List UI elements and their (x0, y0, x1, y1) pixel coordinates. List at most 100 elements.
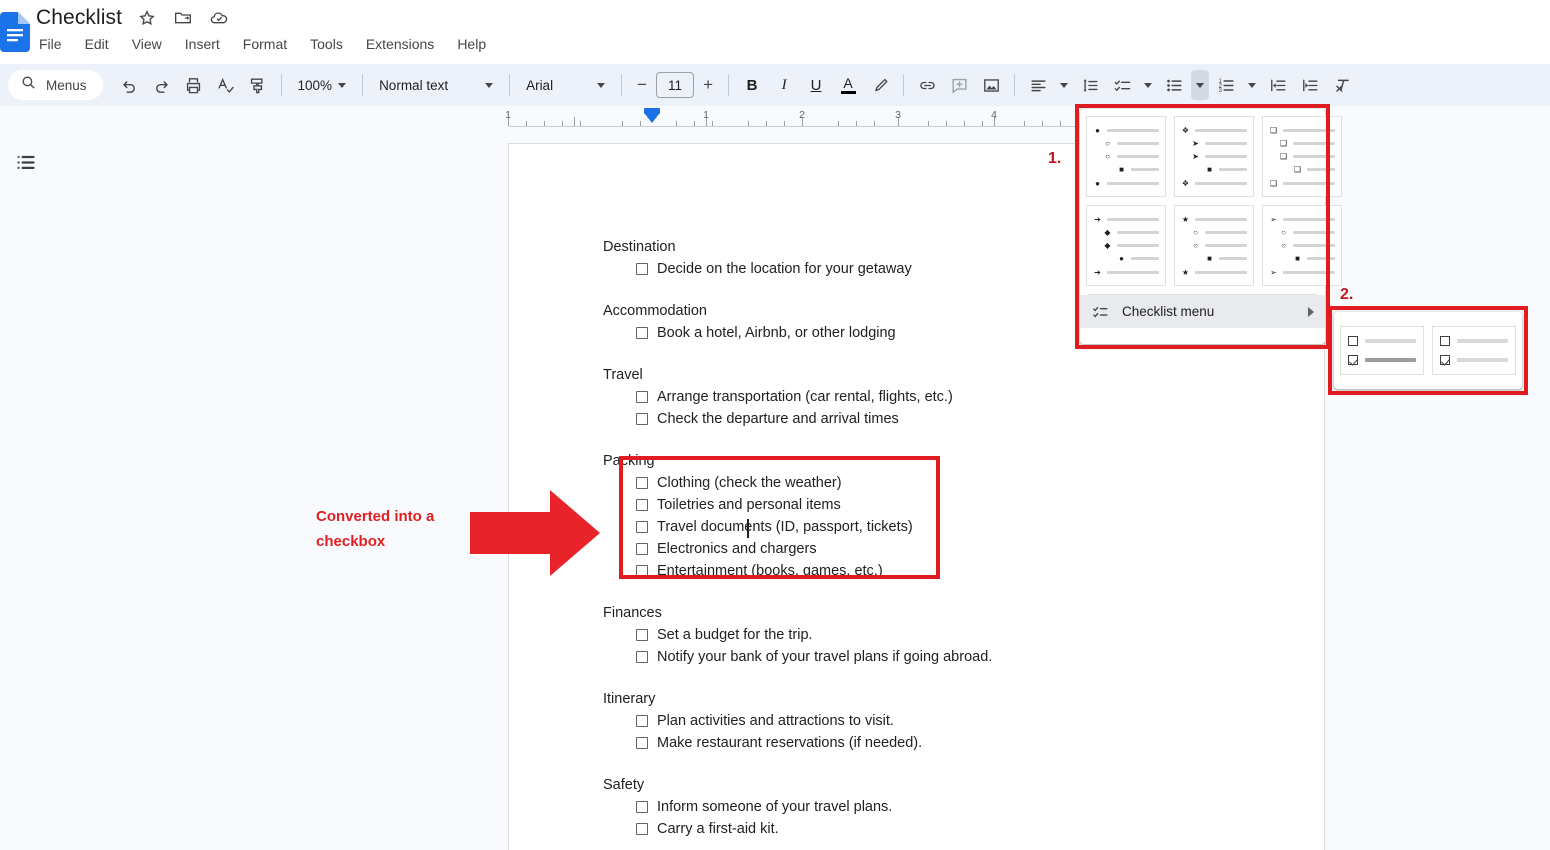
menu-file[interactable]: File (36, 34, 65, 54)
checkbox[interactable] (636, 413, 648, 425)
section-heading[interactable]: Travel (603, 365, 1243, 386)
cloud-saved-icon[interactable] (208, 7, 230, 29)
numbered-list-button[interactable]: 123 (1211, 70, 1241, 100)
checklist-style-submenu[interactable] (1334, 312, 1522, 389)
redo-button[interactable] (147, 70, 177, 100)
bold-button[interactable]: B (737, 70, 767, 100)
bulleted-list-options-panel[interactable]: ● ○ ○ ■ ● ❖ ➤ ➤ ■ ❖ ❑ ❑ ❑ ❑ ❑ ➔ ◆ ◆ ● ➔ … (1080, 109, 1342, 344)
bullet-mark: ➤ (1192, 138, 1199, 148)
menu-edit[interactable]: Edit (82, 34, 112, 54)
checkbox[interactable] (636, 823, 648, 835)
checklist-item[interactable]: Make restaurant reservations (if needed)… (603, 732, 1243, 754)
checklist-item[interactable]: Check the departure and arrival times (603, 408, 1243, 430)
checklist-item[interactable]: Arrange transportation (car rental, flig… (603, 386, 1243, 408)
checklist-item[interactable]: Plan activities and attractions to visit… (603, 710, 1243, 732)
bullet-mark: ◆ (1104, 241, 1111, 250)
paragraph-style-selector[interactable]: Normal text (371, 70, 501, 100)
step-number-1: 1. (1048, 150, 1062, 167)
chevron-right-icon (1308, 306, 1314, 317)
checkbox[interactable] (636, 737, 648, 749)
decrease-font-size-button[interactable]: − (630, 73, 654, 97)
numbered-list-dropdown-button[interactable] (1243, 70, 1261, 100)
font-size-input[interactable]: 11 (656, 72, 695, 98)
section-itinerary: Itinerary Plan activities and attraction… (603, 689, 1243, 754)
checkbox[interactable] (636, 263, 648, 275)
menu-format[interactable]: Format (240, 34, 290, 54)
checkbox[interactable] (636, 477, 648, 489)
checklist-item[interactable]: Carry a first-aid kit. (603, 818, 1243, 840)
italic-button[interactable]: I (769, 70, 799, 100)
paint-format-button[interactable] (243, 70, 273, 100)
menu-insert[interactable]: Insert (182, 34, 223, 54)
bullet-mark: ○ (1281, 241, 1286, 250)
checkbox[interactable] (636, 715, 648, 727)
section-heading[interactable]: Packing (603, 451, 1243, 472)
page-title[interactable]: Checklist (36, 6, 122, 30)
add-comment-button[interactable] (944, 70, 974, 100)
checkbox[interactable] (636, 327, 648, 339)
checklist-item[interactable]: Inform someone of your travel plans. (603, 796, 1243, 818)
menu-extensions[interactable]: Extensions (363, 34, 437, 54)
checkbox[interactable] (636, 499, 648, 511)
chevron-down-icon (1248, 82, 1257, 88)
bullet-preset-diamond-arrow-square[interactable]: ❖ ➤ ➤ ■ ❖ (1174, 116, 1254, 197)
insert-link-button[interactable] (912, 70, 942, 100)
checklist-item[interactable]: Set a budget for the trip. (603, 624, 1243, 646)
bullet-preset-arrow-diamond-disc[interactable]: ➔ ◆ ◆ ● ➔ (1086, 205, 1166, 286)
checkbox[interactable] (636, 391, 648, 403)
bullet-preset-arrowhead-circle-square[interactable]: ➢ ○ ○ ■ ➢ (1262, 205, 1342, 286)
bullet-preset-star-circle-square[interactable]: ★ ○ ○ ■ ★ (1174, 205, 1254, 286)
bulleted-list-dropdown-button[interactable] (1191, 70, 1210, 100)
undo-button[interactable] (115, 70, 145, 100)
checkbox[interactable] (636, 543, 648, 555)
ruler[interactable]: 1 1 2 3 4 (505, 106, 1128, 132)
checklist-item[interactable]: Clothing (check the weather) (603, 472, 1243, 494)
checklist-option-with-strikethrough[interactable] (1340, 326, 1424, 375)
line-spacing-button[interactable] (1075, 70, 1105, 100)
checklist-button[interactable] (1107, 70, 1137, 100)
bullet-preset-disc-circle-square[interactable]: ● ○ ○ ■ ● (1086, 116, 1166, 197)
checkbox[interactable] (636, 801, 648, 813)
checklist-item-label: Decide on the location for your getaway (657, 261, 912, 277)
checklist-item[interactable]: Toiletries and personal items (603, 494, 1243, 516)
checklist-dropdown-button[interactable] (1139, 70, 1157, 100)
checklist-option-without-strikethrough[interactable] (1432, 326, 1516, 375)
increase-font-size-button[interactable]: + (696, 73, 720, 97)
checklist-item[interactable]: Notify your bank of your travel plans if… (603, 646, 1243, 668)
underline-button[interactable]: U (801, 70, 831, 100)
highlight-color-button[interactable] (865, 70, 895, 100)
zoom-selector[interactable]: 100% (290, 70, 355, 100)
move-to-folder-icon[interactable] (172, 7, 194, 29)
section-heading[interactable]: Itinerary (603, 689, 1243, 710)
checklist-item[interactable]: Travel documents (ID, passport, tickets) (603, 516, 1243, 538)
align-button[interactable] (1023, 70, 1053, 100)
checkbox[interactable] (636, 651, 648, 663)
checkbox[interactable] (636, 521, 648, 533)
star-icon[interactable] (136, 7, 158, 29)
checkbox[interactable] (636, 565, 648, 577)
checklist-item-label: Carry a first-aid kit. (657, 821, 779, 837)
insert-image-button[interactable] (976, 70, 1006, 100)
spellcheck-button[interactable] (211, 70, 241, 100)
search-menus-button[interactable]: Menus (8, 70, 103, 100)
document-outline-icon[interactable] (14, 150, 40, 176)
menu-view[interactable]: View (129, 34, 165, 54)
align-dropdown-button[interactable] (1055, 70, 1073, 100)
decrease-indent-button[interactable] (1263, 70, 1293, 100)
section-heading[interactable]: Safety (603, 775, 1243, 796)
checklist-item[interactable]: Electronics and chargers (603, 538, 1243, 560)
section-heading[interactable]: Finances (603, 603, 1243, 624)
text-color-button[interactable]: A (833, 70, 863, 100)
increase-indent-button[interactable] (1295, 70, 1325, 100)
font-family-selector[interactable]: Arial (518, 70, 613, 100)
bulleted-list-button[interactable] (1159, 70, 1189, 100)
print-button[interactable] (179, 70, 209, 100)
menu-tools[interactable]: Tools (307, 34, 346, 54)
checklist-item[interactable]: Entertainment (books, games, etc.) (603, 560, 1243, 582)
clear-formatting-button[interactable] (1327, 70, 1357, 100)
menu-help[interactable]: Help (454, 34, 489, 54)
bullet-preset-square-outline[interactable]: ❑ ❑ ❑ ❑ ❑ (1262, 116, 1342, 197)
checklist-menu-item[interactable]: Checklist menu (1080, 295, 1325, 328)
checkbox[interactable] (636, 629, 648, 641)
